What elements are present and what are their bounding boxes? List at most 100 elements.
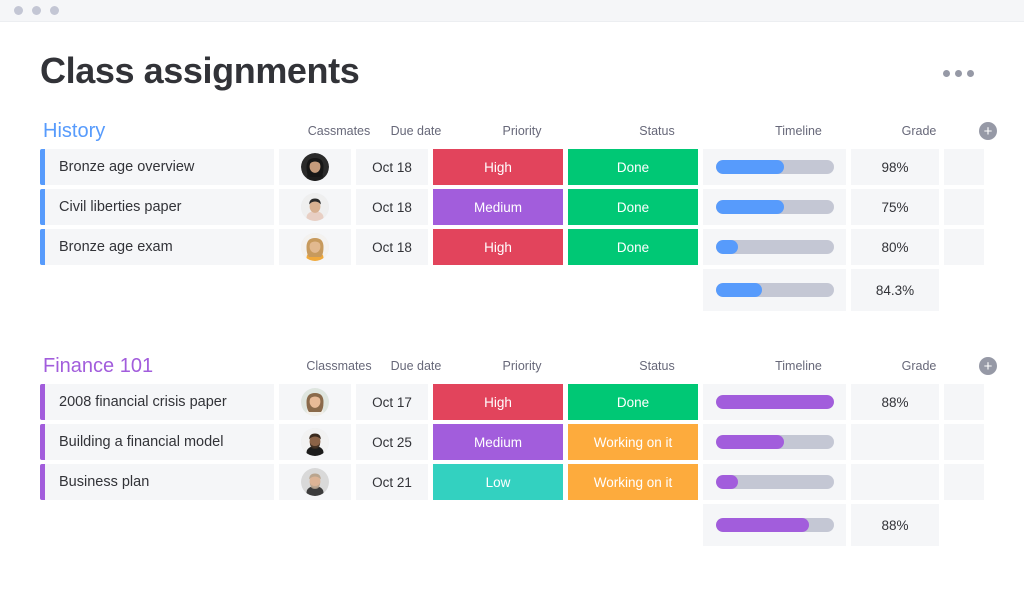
more-dot — [943, 70, 950, 77]
timeline-track — [715, 475, 834, 489]
table-row[interactable]: Building a financial model Oct 25 Medium W… — [40, 424, 984, 460]
timeline-fill — [715, 435, 784, 449]
board-finance-101: Finance 101 Classmates Due date Priority Sta… — [40, 353, 997, 546]
avatar-man-beard-light — [301, 468, 329, 496]
column-header-classmates[interactable]: Cassmates — [303, 124, 375, 138]
cell-grade[interactable]: 80% — [851, 229, 939, 265]
column-header-timeline[interactable]: Timeline — [727, 124, 870, 138]
more-dot — [955, 70, 962, 77]
avatar-woman-smiling — [301, 388, 329, 416]
status-badge: Done — [616, 199, 650, 215]
table-row[interactable]: Business plan Oct 21 Low Working on it — [40, 464, 984, 500]
timeline-track — [715, 240, 834, 254]
timeline-fill — [715, 283, 762, 297]
cell-task-name[interactable]: Bronze age overview — [45, 149, 274, 185]
column-header-due-date[interactable]: Due date — [380, 124, 452, 138]
cell-priority[interactable]: Medium — [433, 189, 563, 225]
page-container: Class assignments History Cassmates Due da… — [0, 22, 1024, 546]
plus-icon[interactable]: + — [979, 122, 997, 140]
board-title-history[interactable]: History — [40, 120, 303, 143]
summary-timeline — [703, 269, 846, 311]
cell-extra[interactable] — [944, 229, 984, 265]
column-header-priority[interactable]: Priority — [457, 359, 587, 373]
cell-grade[interactable]: 88% — [851, 384, 939, 420]
cell-timeline[interactable] — [703, 424, 846, 460]
cell-status[interactable]: Done — [568, 229, 698, 265]
priority-label: High — [484, 239, 512, 255]
cell-classmate[interactable] — [279, 384, 351, 420]
cell-timeline[interactable] — [703, 464, 846, 500]
cell-due-date[interactable]: Oct 18 — [356, 229, 428, 265]
cell-grade[interactable]: 75% — [851, 189, 939, 225]
column-header-grade[interactable]: Grade — [875, 359, 963, 373]
timeline-fill — [715, 518, 809, 532]
cell-extra[interactable] — [944, 384, 984, 420]
cell-extra[interactable] — [944, 464, 984, 500]
cell-grade[interactable]: 98% — [851, 149, 939, 185]
cell-extra[interactable] — [944, 189, 984, 225]
table-row[interactable]: Bronze age exam Oct 18 High Done 80% — [40, 229, 984, 265]
cell-timeline[interactable] — [703, 189, 846, 225]
cell-priority[interactable]: High — [433, 384, 563, 420]
status-badge: Done — [616, 159, 650, 175]
cell-status[interactable]: Done — [568, 149, 698, 185]
column-header-status[interactable]: Status — [592, 124, 722, 138]
cell-priority[interactable]: High — [433, 229, 563, 265]
timeline-fill — [715, 240, 738, 254]
cell-due-date[interactable]: Oct 17 — [356, 384, 428, 420]
cell-grade[interactable] — [851, 464, 939, 500]
page-title: Class assignments — [40, 50, 360, 91]
cell-due-date[interactable]: Oct 25 — [356, 424, 428, 460]
cell-priority[interactable]: High — [433, 149, 563, 185]
cell-timeline[interactable] — [703, 384, 846, 420]
cell-task-name[interactable]: Business plan — [45, 464, 274, 500]
cell-priority[interactable]: Medium — [433, 424, 563, 460]
add-column-cell: + — [968, 122, 1008, 140]
summary-extra — [944, 269, 984, 311]
cell-timeline[interactable] — [703, 149, 846, 185]
column-header-classmates[interactable]: Classmates — [303, 359, 375, 373]
cell-extra[interactable] — [944, 424, 984, 460]
cell-task-name[interactable]: Civil liberties paper — [45, 189, 274, 225]
column-header-priority[interactable]: Priority — [457, 124, 587, 138]
more-options-icon[interactable] — [943, 50, 984, 77]
window-dot-close[interactable] — [14, 6, 23, 15]
column-header-timeline[interactable]: Timeline — [727, 359, 870, 373]
cell-due-date[interactable]: Oct 18 — [356, 189, 428, 225]
cell-task-name[interactable]: 2008 financial crisis paper — [45, 384, 274, 420]
cell-status[interactable]: Working on it — [568, 424, 698, 460]
cell-priority[interactable]: Low — [433, 464, 563, 500]
cell-classmate[interactable] — [279, 189, 351, 225]
cell-grade[interactable] — [851, 424, 939, 460]
table-row[interactable]: 2008 financial crisis paper Oct 17 High Do… — [40, 384, 984, 420]
cell-due-date[interactable]: Oct 18 — [356, 149, 428, 185]
column-header-grade[interactable]: Grade — [875, 124, 963, 138]
cell-status[interactable]: Done — [568, 189, 698, 225]
column-header-status[interactable]: Status — [592, 359, 722, 373]
cell-extra[interactable] — [944, 149, 984, 185]
plus-icon[interactable]: + — [979, 357, 997, 375]
column-header-due-date[interactable]: Due date — [380, 359, 452, 373]
board-title-finance-101[interactable]: Finance 101 — [40, 355, 303, 378]
cell-status[interactable]: Working on it — [568, 464, 698, 500]
status-badge: Done — [616, 394, 650, 410]
window-dot-maximize[interactable] — [50, 6, 59, 15]
table-row[interactable]: Civil liberties paper Oct 18 Medium Done 75… — [40, 189, 984, 225]
priority-label: Medium — [473, 199, 522, 215]
cell-task-name[interactable]: Bronze age exam — [45, 229, 274, 265]
board-history: History Cassmates Due date Priority Status Ti… — [40, 118, 997, 311]
cell-classmate[interactable] — [279, 149, 351, 185]
window-dot-minimize[interactable] — [32, 6, 41, 15]
cell-task-name[interactable]: Building a financial model — [45, 424, 274, 460]
cell-status[interactable]: Done — [568, 384, 698, 420]
table-row[interactable]: Bronze age overview Oct 18 High Done 98% — [40, 149, 984, 185]
cell-timeline[interactable] — [703, 229, 846, 265]
cell-classmate[interactable] — [279, 229, 351, 265]
cell-due-date[interactable]: Oct 21 — [356, 464, 428, 500]
cell-classmate[interactable] — [279, 464, 351, 500]
board-header-finance-101: Finance 101 Classmates Due date Priority Sta… — [40, 353, 997, 379]
cell-classmate[interactable] — [279, 424, 351, 460]
status-badge: Working on it — [593, 434, 673, 450]
summary-grade: 84.3% — [851, 269, 939, 311]
timeline-track — [715, 395, 834, 409]
